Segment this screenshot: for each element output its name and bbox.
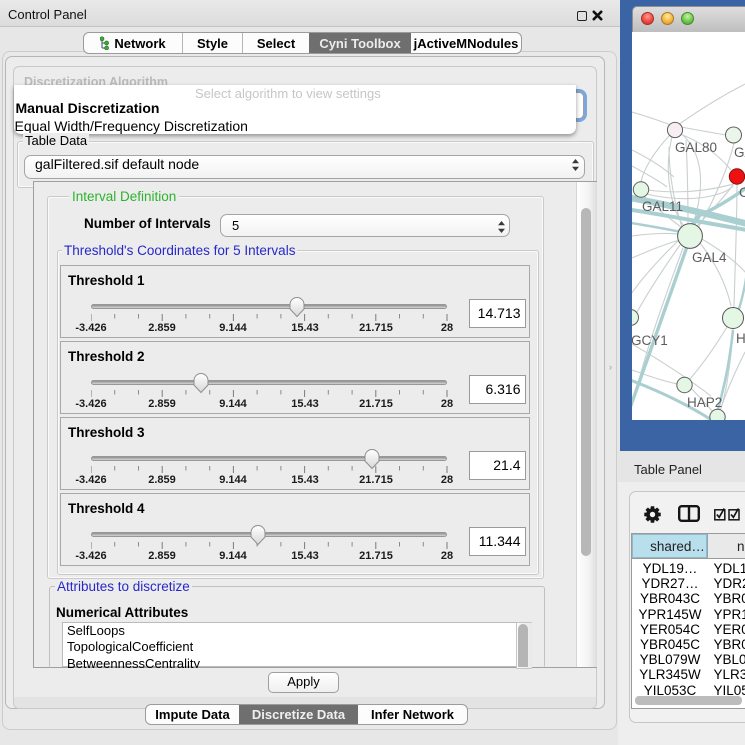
svg-text:H: H xyxy=(736,331,745,346)
svg-text:GAL4: GAL4 xyxy=(692,250,727,265)
svg-text:GAL11: GAL11 xyxy=(642,199,683,214)
svg-text:HAP2: HAP2 xyxy=(687,395,722,410)
svg-text:GCY1: GCY1 xyxy=(632,333,668,348)
svg-text:GAL80: GAL80 xyxy=(675,140,717,155)
svg-text:C: C xyxy=(739,185,745,200)
svg-text:GA: GA xyxy=(734,145,745,160)
